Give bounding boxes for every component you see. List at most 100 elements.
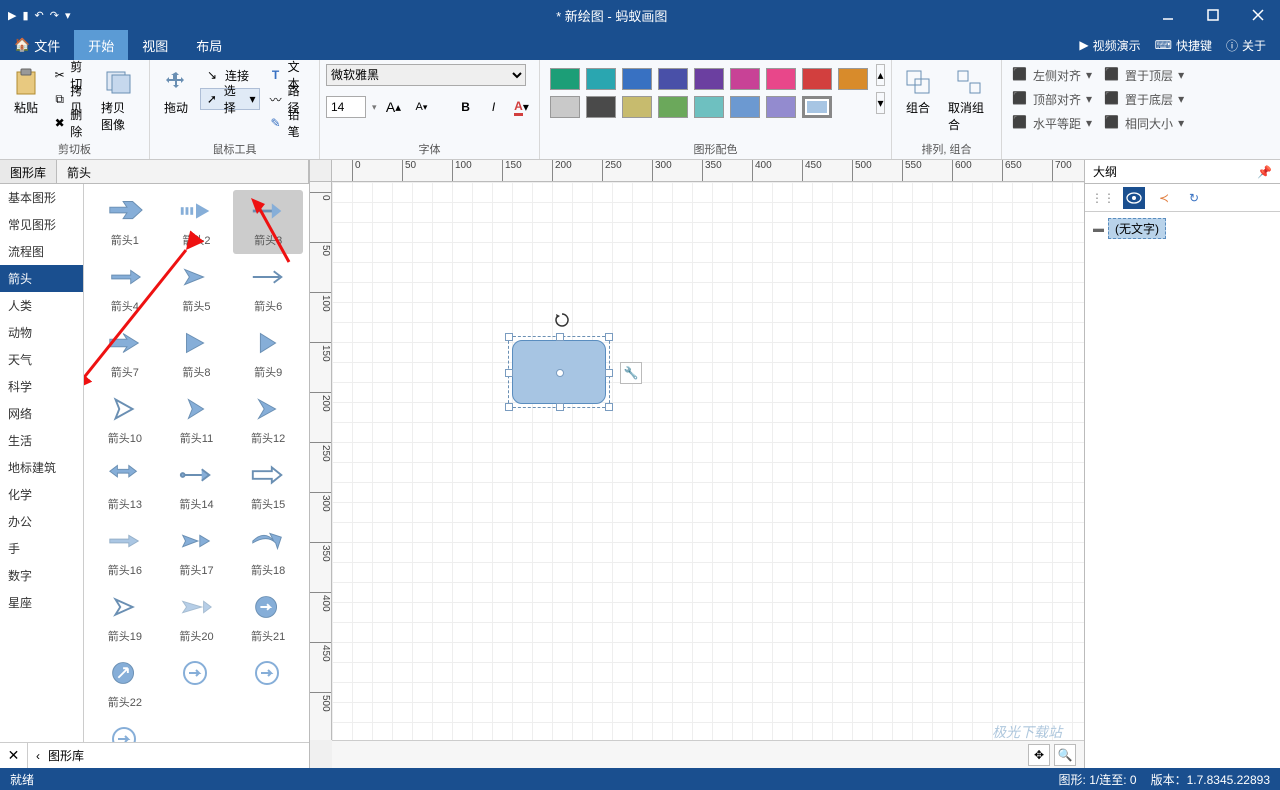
zoom-button[interactable]: 🔍: [1054, 744, 1076, 766]
copy-image-button[interactable]: 拷贝图像: [95, 64, 143, 137]
outline-tree-item[interactable]: (无文字): [1108, 218, 1166, 239]
shape-item[interactable]: 箭头22: [90, 652, 160, 716]
align-top-button[interactable]: ⬛顶部对齐 ▾: [1008, 88, 1096, 110]
category-item[interactable]: 动物: [0, 319, 83, 346]
shape-item[interactable]: 箭头8: [162, 322, 232, 386]
color-swatch[interactable]: [658, 96, 688, 118]
tree-toggle-icon[interactable]: ▬: [1093, 223, 1104, 235]
resize-handle-nw[interactable]: [505, 333, 513, 341]
menu-view[interactable]: 视图: [128, 30, 182, 60]
shape-item[interactable]: [90, 718, 160, 742]
shape-item[interactable]: 箭头3: [233, 190, 303, 254]
same-size-button[interactable]: ⬛相同大小 ▾: [1100, 112, 1188, 134]
shape-item[interactable]: 箭头15: [233, 454, 303, 518]
category-item[interactable]: 化学: [0, 481, 83, 508]
category-item[interactable]: 科学: [0, 373, 83, 400]
fit-button[interactable]: ✥: [1028, 744, 1050, 766]
maximize-button[interactable]: [1190, 0, 1235, 30]
library-tab[interactable]: 图形库: [0, 160, 57, 183]
category-item[interactable]: 数字: [0, 562, 83, 589]
colors-down-icon[interactable]: ▾: [876, 92, 885, 114]
auto-view-button[interactable]: [1123, 187, 1145, 209]
undo-icon[interactable]: ↶: [35, 9, 44, 22]
color-swatch[interactable]: [838, 68, 868, 90]
resize-handle-w[interactable]: [505, 369, 513, 377]
shape-item[interactable]: 箭头21: [233, 586, 303, 650]
align-left-button[interactable]: ⬛左侧对齐 ▾: [1008, 64, 1096, 86]
color-swatch[interactable]: [802, 68, 832, 90]
shape-item[interactable]: 箭头4: [90, 256, 160, 320]
category-item[interactable]: 办公: [0, 508, 83, 535]
resize-handle-e[interactable]: [605, 369, 613, 377]
qa-more-icon[interactable]: ▾: [65, 9, 71, 22]
category-item[interactable]: 地标建筑: [0, 454, 83, 481]
color-swatch[interactable]: [766, 96, 796, 118]
increase-font-icon[interactable]: A▴: [383, 96, 405, 118]
color-swatch[interactable]: [622, 68, 652, 90]
redo-icon[interactable]: ↷: [50, 9, 59, 22]
category-item[interactable]: 天气: [0, 346, 83, 373]
shape-item[interactable]: 箭头1: [90, 190, 160, 254]
font-family-select[interactable]: 微软雅黑: [326, 64, 526, 86]
group-button[interactable]: 组合: [898, 64, 938, 120]
shape-item[interactable]: 箭头18: [233, 520, 303, 584]
category-item[interactable]: 基本图形: [0, 184, 83, 211]
color-swatch[interactable]: [802, 96, 832, 118]
category-item[interactable]: 人类: [0, 292, 83, 319]
save-icon[interactable]: ▮: [22, 9, 28, 22]
menu-layout[interactable]: 布局: [182, 30, 236, 60]
shape-item[interactable]: 箭头19: [90, 586, 160, 650]
shortcuts-link[interactable]: ⌨ 快捷键: [1155, 37, 1212, 54]
color-swatch[interactable]: [730, 96, 760, 118]
shape-item[interactable]: 箭头14: [162, 454, 232, 518]
panel-breadcrumb[interactable]: ‹图形库: [28, 743, 309, 768]
shape-item[interactable]: [162, 652, 232, 716]
font-size-input[interactable]: [326, 96, 366, 118]
refresh-button[interactable]: ↻: [1183, 187, 1205, 209]
resize-handle-s[interactable]: [556, 403, 564, 411]
close-panel-button[interactable]: ✕: [0, 743, 28, 768]
category-item[interactable]: 箭头: [0, 265, 83, 292]
shape-item[interactable]: 箭头9: [233, 322, 303, 386]
drag-button[interactable]: 拖动: [156, 64, 196, 120]
select-button[interactable]: ➚选择 ▾: [200, 88, 260, 110]
color-swatch[interactable]: [622, 96, 652, 118]
rotate-handle[interactable]: [554, 312, 570, 328]
shape-item[interactable]: 箭头12: [233, 388, 303, 452]
colors-up-icon[interactable]: ▴: [876, 64, 885, 86]
color-swatch[interactable]: [550, 96, 580, 118]
video-demo-link[interactable]: ▶ 视频演示: [1079, 37, 1140, 54]
shape-item[interactable]: 箭头5: [162, 256, 232, 320]
menu-file[interactable]: 🏠 文件: [0, 30, 74, 60]
about-link[interactable]: ⓘ 关于: [1226, 37, 1266, 54]
color-swatch[interactable]: [550, 68, 580, 90]
shape-item[interactable]: 箭头16: [90, 520, 160, 584]
shape-item[interactable]: 箭头20: [162, 586, 232, 650]
ungroup-button[interactable]: 取消组合: [942, 64, 995, 137]
pin-icon[interactable]: 📌: [1257, 165, 1272, 179]
category-item[interactable]: 星座: [0, 589, 83, 616]
color-swatch[interactable]: [694, 96, 724, 118]
category-item[interactable]: 常见图形: [0, 211, 83, 238]
color-swatch[interactable]: [658, 68, 688, 90]
shape-item[interactable]: 箭头7: [90, 322, 160, 386]
center-handle[interactable]: [556, 369, 564, 377]
color-swatch[interactable]: [766, 68, 796, 90]
color-swatch[interactable]: [586, 96, 616, 118]
shape-item[interactable]: 箭头10: [90, 388, 160, 452]
drag-handle-icon[interactable]: ⋮⋮: [1091, 191, 1115, 205]
shape-settings-button[interactable]: 🔧: [620, 362, 642, 384]
category-item[interactable]: 流程图: [0, 238, 83, 265]
shape-item[interactable]: 箭头13: [90, 454, 160, 518]
menu-home[interactable]: 开始: [74, 30, 128, 60]
close-button[interactable]: [1235, 0, 1280, 30]
font-color-button[interactable]: A▾: [511, 96, 533, 118]
minimize-button[interactable]: [1145, 0, 1190, 30]
delete-button[interactable]: ✖删除: [50, 112, 91, 134]
resize-handle-n[interactable]: [556, 333, 564, 341]
category-item[interactable]: 生活: [0, 427, 83, 454]
paste-button[interactable]: 粘贴: [6, 64, 46, 120]
shape-item[interactable]: 箭头17: [162, 520, 232, 584]
bring-front-button[interactable]: ⬛置于顶层 ▾: [1100, 64, 1188, 86]
resize-handle-ne[interactable]: [605, 333, 613, 341]
